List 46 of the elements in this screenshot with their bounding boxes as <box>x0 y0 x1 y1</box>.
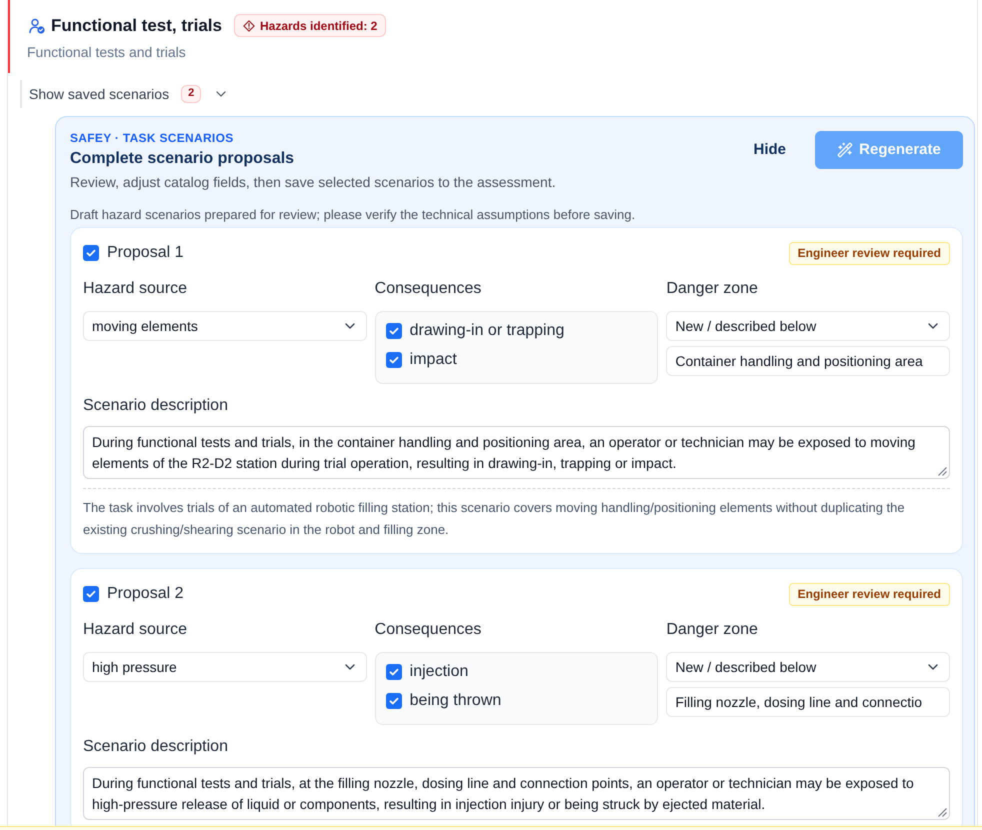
magic-wand-icon <box>837 142 854 158</box>
field-label: Hazard source <box>83 279 188 299</box>
warning-diamond-icon <box>242 20 255 32</box>
hide-button[interactable]: Hide <box>737 131 802 169</box>
danger-zone-select[interactable]: New / described below <box>666 652 950 682</box>
rationale-text: The task involves trials of an automated robotic filling station; this scenario covers moving handling/positioning elements without duplicating the existing crushing/shearing scenario in the robot and filling zone. <box>83 499 906 539</box>
danger-zone-input[interactable]: Container handling and positioning area <box>666 346 950 376</box>
checkbox[interactable] <box>386 352 402 368</box>
scenario-description-field[interactable]: During functional tests and trials, at the filling nozzle, dosing line and connection points, an operator or technician may be exposed to high-pressure release of liquid or components, resulting in injection injury or being struck by ejected material. <box>83 767 950 820</box>
resize-grip-icon[interactable] <box>938 808 947 817</box>
field-label: Hazard source <box>83 620 188 640</box>
review-badge: Engineer review required <box>788 582 950 606</box>
checkbox[interactable] <box>83 586 99 602</box>
section-subtitle: Functional tests and trials <box>27 43 187 62</box>
checkbox[interactable] <box>386 664 402 680</box>
hazard-source-select[interactable]: high pressure <box>83 652 367 682</box>
consequence-label: injection <box>410 662 468 682</box>
checkbox[interactable] <box>386 323 402 339</box>
consequence-label: being thrown <box>410 691 502 711</box>
saved-scenarios-toggle[interactable]: Show saved scenarios 2 <box>20 80 234 108</box>
panel-description: Review, adjust catalog fields, then save selected scenarios to the assessment. <box>70 173 556 192</box>
danger-zone-input[interactable]: Filling nozzle, dosing line and connectio <box>666 687 950 717</box>
count-badge: 2 <box>181 85 202 103</box>
field-label: Consequences <box>374 620 482 640</box>
resize-grip-icon[interactable] <box>938 467 947 476</box>
scenario-description-field[interactable]: During functional tests and trials, in the container handling and positioning area, an operator or technician may be exposed to moving elements of the R2-D2 station during trial operation, resulting in drawing-in, trapping or impact. <box>83 426 950 479</box>
consequence-label: drawing-in or trapping <box>410 321 564 341</box>
field-label: Consequences <box>374 279 482 299</box>
checkbox[interactable] <box>83 245 99 261</box>
field-label: Scenario description <box>83 737 229 757</box>
section-title: Functional test, trials <box>51 14 222 36</box>
field-label: Scenario description <box>83 396 229 416</box>
hazard-source-select[interactable]: moving elements <box>83 311 367 341</box>
panel-notice: Draft hazard scenarios prepared for review; please verify the technical assumptions before saving. <box>70 206 636 224</box>
field-label: Danger zone <box>666 279 759 299</box>
proposal-title: Proposal 2 <box>107 584 184 604</box>
field-label: Danger zone <box>666 620 759 640</box>
consequence-label: impact <box>410 350 457 370</box>
user-check-icon <box>29 18 45 34</box>
panel-title: Complete scenario proposals <box>70 149 296 169</box>
danger-zone-select[interactable]: New / described below <box>666 311 950 341</box>
checkbox[interactable] <box>386 693 402 709</box>
proposal-title: Proposal 1 <box>107 243 184 263</box>
panel-eyebrow: SAFEY · TASK SCENARIOS <box>70 130 235 146</box>
hazard-count-label: Hazards identified: 2 <box>260 18 378 34</box>
review-badge: Engineer review required <box>788 242 950 264</box>
